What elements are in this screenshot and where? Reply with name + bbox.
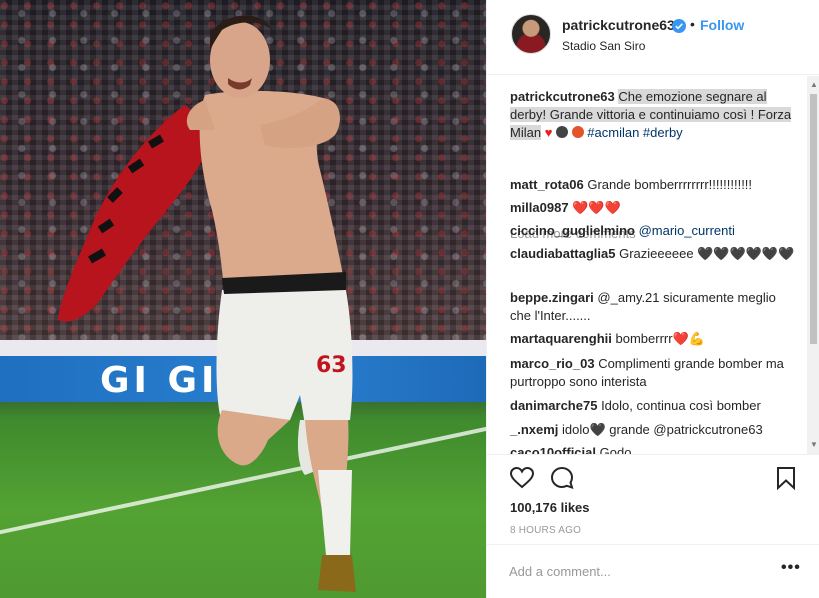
- likes-count[interactable]: 100,176 likes: [510, 500, 590, 515]
- post-actions: 100,176 likes 8 HOURS AGO: [487, 454, 819, 544]
- comments-scrollbar[interactable]: ▲ ▼: [807, 76, 819, 454]
- caption-username[interactable]: patrickcutrone63: [510, 89, 615, 104]
- red-circle-emoji: [571, 126, 584, 138]
- list-item: ciccino_guglielmino @mario_currenti: [510, 222, 795, 240]
- black-circle-emoji: [556, 126, 569, 138]
- list-item: matt_rota06 Grande bomberrrrrrrr!!!!!!!!…: [510, 176, 795, 194]
- avatar[interactable]: [511, 14, 551, 54]
- player-figure: 63: [58, 15, 356, 592]
- location-link[interactable]: Stadio San Siro: [562, 39, 645, 53]
- list-item: beppe.zingari @_amy.21 sicuramente megli…: [510, 289, 795, 325]
- add-comment-bar: •••: [487, 544, 819, 598]
- comment-text: Grande bomberrrrrrrr!!!!!!!!!!!!: [587, 177, 753, 192]
- header-separator: •: [690, 16, 695, 32]
- list-item: _.nxemj idolo🖤 grande @patrickcutrone63: [510, 421, 795, 439]
- comment-text: idolo🖤 grande @patrickcutrone63: [562, 422, 763, 437]
- comment-username[interactable]: danimarche75: [510, 398, 597, 413]
- post-header: patrickcutrone63 • Follow Stadio San Sir…: [487, 0, 819, 75]
- comment-username[interactable]: ciccino_guglielmino: [510, 223, 635, 238]
- comment-text: ❤️❤️❤️: [572, 200, 621, 215]
- scrollbar-thumb[interactable]: [810, 94, 817, 344]
- bookmark-icon[interactable]: [773, 465, 799, 491]
- post-timestamp[interactable]: 8 HOURS AGO: [510, 525, 581, 536]
- comment-username[interactable]: martaquarenghii: [510, 331, 612, 346]
- shirt-number: 63: [316, 353, 347, 378]
- comment-username[interactable]: milla0987: [510, 200, 569, 215]
- list-item: marco_rio_03 Complimenti grande bomber m…: [510, 355, 795, 391]
- comment-mention[interactable]: @mario_currenti: [639, 223, 735, 238]
- list-item: milla0987 ❤️❤️❤️: [510, 199, 795, 217]
- comment-username[interactable]: beppe.zingari: [510, 290, 594, 305]
- more-options-icon[interactable]: •••: [781, 559, 801, 577]
- list-item: claudiabattaglia5 Grazieeeeee 🖤🖤🖤🖤🖤🖤: [510, 245, 795, 263]
- comment-icon[interactable]: [549, 465, 575, 491]
- heart-emoji: ♥: [544, 125, 553, 140]
- caption-hashtags[interactable]: #acmilan #derby: [587, 125, 682, 140]
- add-comment-input[interactable]: [509, 559, 769, 583]
- verified-icon: [672, 19, 686, 33]
- scroll-down-arrow-icon[interactable]: ▼: [810, 440, 818, 449]
- header-username[interactable]: patrickcutrone63: [562, 17, 675, 33]
- comment-text: Grazieeeeee 🖤🖤🖤🖤🖤🖤: [619, 246, 795, 261]
- list-item: caco10official Godo: [510, 444, 795, 454]
- comment-username[interactable]: caco10official: [510, 445, 596, 454]
- comment-text: Idolo, continua così bomber: [601, 398, 761, 413]
- list-item: danimarche75 Idolo, continua così bomber: [510, 397, 795, 415]
- comment-text: Godo: [599, 445, 632, 454]
- comments-list[interactable]: patrickcutrone63 Che emozione segnare al…: [487, 76, 807, 454]
- comment-username[interactable]: _.nxemj: [510, 422, 558, 437]
- post-photo[interactable]: GI GI L'ITA 63: [0, 0, 486, 598]
- comment-username[interactable]: marco_rio_03: [510, 356, 595, 371]
- list-item: martaquarenghii bomberrrr❤️💪: [510, 330, 795, 348]
- comment-username[interactable]: matt_rota06: [510, 177, 584, 192]
- follow-button[interactable]: Follow: [700, 17, 744, 33]
- scroll-up-arrow-icon[interactable]: ▲: [810, 80, 818, 89]
- comment-text: bomberrrr❤️💪: [615, 331, 705, 346]
- comment-username[interactable]: claudiabattaglia5: [510, 246, 615, 261]
- caption: patrickcutrone63 Che emozione segnare al…: [510, 88, 795, 142]
- heart-icon[interactable]: [509, 465, 535, 491]
- post-side-panel: patrickcutrone63 • Follow Stadio San Sir…: [486, 0, 819, 598]
